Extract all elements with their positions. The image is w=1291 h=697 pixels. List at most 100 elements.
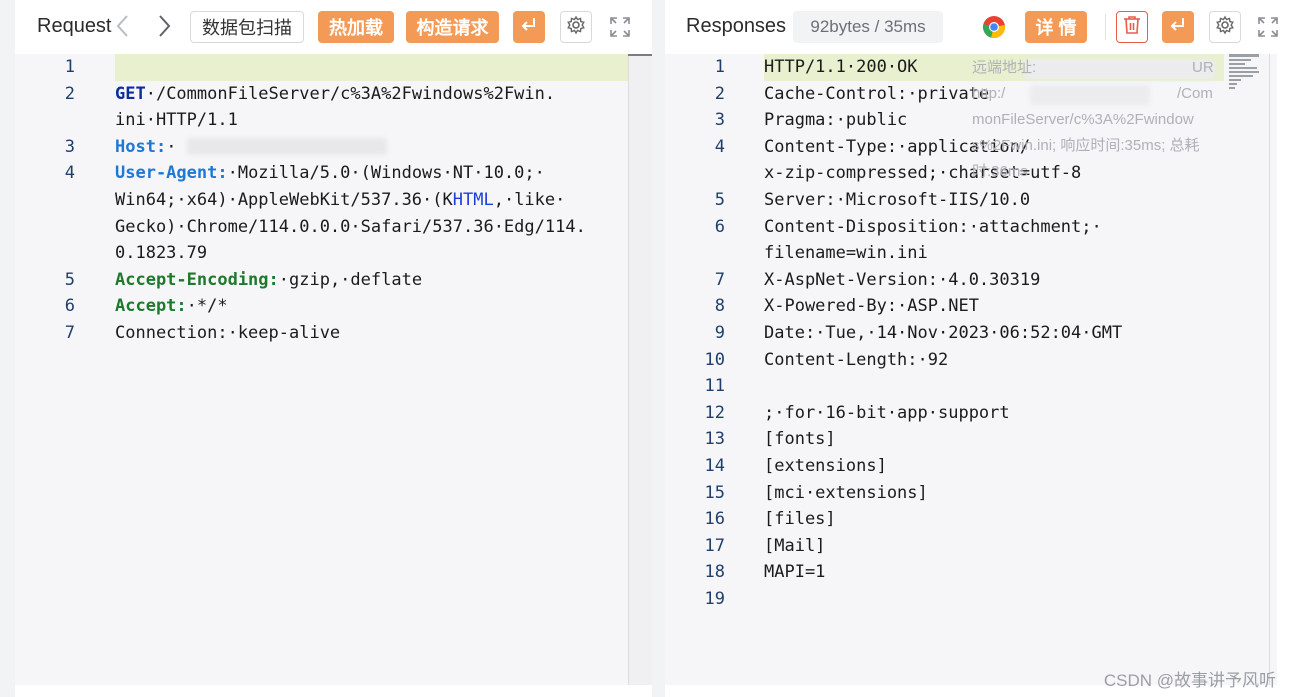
minimap[interactable] [1229,54,1269,94]
line-number: 10 [704,350,725,370]
line-number: 12 [704,403,725,423]
response-scrollbar[interactable] [1269,54,1277,685]
line-number: 2 [714,84,725,104]
code-line: Content-Length:·92 [764,350,949,370]
tooltip-line-5: 时:36ms [972,163,1028,180]
settings-button[interactable] [1209,11,1241,43]
forward-arrow-icon[interactable] [156,13,172,44]
syntax-token: GET [115,84,146,104]
tooltip-line-1-tail: UR [1192,59,1214,76]
line-number: 11 [704,376,725,396]
tooltip-line-4: s%2Fwin.ini; 响应时间:35ms; 总耗 [972,137,1200,154]
code-line: Pragma:·public [764,110,908,130]
chrome-icon[interactable] [982,15,1006,44]
tooltip-line-3: monFileServer/c%3A%2Fwindow [972,111,1194,128]
response-pane: Responses 92bytes / 35ms 详 情 1 HTTP/1.1·… [665,0,1291,697]
stats-badge: 92bytes / 35ms [793,11,943,43]
code-line: X-AspNet-Version:·4.0.30319 [764,270,1041,290]
line-number: 7 [714,270,725,290]
fullscreen-icon[interactable] [609,16,631,43]
line-number: 1 [64,57,75,77]
code-line: MAPI=1 [764,562,826,582]
wrap-icon [1168,15,1188,40]
trash-icon [1123,15,1141,40]
fullscreen-icon[interactable] [1257,16,1279,43]
line-number: 14 [704,456,725,476]
request-toolbar: Request 数据包扫描 热加载 构造请求 [15,0,652,54]
redacted-url [1030,85,1150,105]
line-number: 2 [64,84,75,104]
code-line: X-Powered-By:·ASP.NET [764,296,979,316]
csdn-watermark: CSDN @故事讲予风听 [1103,671,1276,690]
line-number: 17 [704,536,725,556]
line-number: 5 [714,190,725,210]
line-number: 4 [714,137,725,157]
code-text: ,·like· [493,190,566,210]
code-line: filename=win.ini [764,243,928,263]
request-title: Request [37,15,112,37]
code-line: Accept-Encoding:·gzip,·deflate [115,267,422,294]
line-number: 3 [64,137,75,157]
code-text: Gecko)·Chrome/114.0.0.0·Safari/537.36·Ed… [115,217,586,237]
code-line: [Mail] [764,536,826,556]
syntax-token: HTML [452,190,494,210]
wrap-icon [519,15,539,40]
code-line: Gecko)·Chrome/114.0.0.0·Safari/537.36·Ed… [115,214,586,241]
code-line: x-zip-compressed;·charset=utf-8 [764,163,1082,183]
request-scrollbar[interactable] [628,54,652,685]
line-number: 6 [714,217,725,237]
code-line: Cache-Control:·private [764,84,990,104]
code-line: HTTP/1.1·200·OK [764,57,918,77]
line-number: 3 [714,110,725,130]
build-request-button[interactable]: 构造请求 [406,11,499,43]
line-number: 18 [704,562,725,582]
syntax-token: Accept-Encoding: [115,270,279,290]
code-line: Host:· [115,134,176,161]
code-line: Accept:·*/* [115,293,228,320]
code-line: [mci·extensions] [764,483,928,503]
redacted-address [1025,59,1215,79]
line-number: 8 [714,296,725,316]
request-pane: Request 数据包扫描 热加载 构造请求 1 2 GET·/CommonFile… [15,0,652,697]
tooltip-line-2: http:/ [972,85,1006,102]
back-arrow-icon[interactable] [115,13,131,44]
code-line: ;·for·16-bit·app·support [764,403,1010,423]
line-number: 7 [64,323,75,343]
code-line: Win64;·x64)·AppleWebKit/537.36·(KHTML,·l… [115,187,565,214]
wrap-toggle-button[interactable] [1162,11,1194,43]
response-title: Responses [686,15,787,37]
wrap-toggle-button[interactable] [513,11,545,43]
line-number: 6 [64,296,75,316]
code-line: Content-Disposition:·attachment;· [764,217,1102,237]
code-line: 0.1823.79 [115,240,207,267]
settings-button[interactable] [560,11,592,43]
code-line: ini·HTTP/1.1 [115,107,238,134]
code-line: [files] [764,509,836,529]
gear-icon [1215,15,1235,40]
code-line: Date:·Tue,·14·Nov·2023·06:52:04·GMT [764,323,1123,343]
request-editor[interactable]: 1 2 GET·/CommonFileServer/c%3A%2Fwindows%2… [15,54,652,685]
code-line: Connection:·keep-alive [115,320,340,347]
code-text: ini·HTTP/1.1 [115,110,238,130]
delete-button[interactable] [1116,11,1148,43]
tooltip-line-2-tail: /Com [1177,85,1213,102]
response-editor[interactable]: 1 HTTP/1.1·200·OK 2 Cache-Control:·private 3… [665,54,1277,685]
code-text: ·gzip,·deflate [278,270,423,290]
hot-load-button[interactable]: 热加载 [318,11,394,43]
details-button[interactable]: 详 情 [1025,11,1087,43]
code-text: ·*/* [186,296,228,316]
response-toolbar: Responses 92bytes / 35ms 详 情 [665,0,1291,54]
redacted-host [187,138,387,155]
code-line: Server:·Microsoft-IIS/10.0 [764,190,1031,210]
code-line: [extensions] [764,456,887,476]
line-number: 13 [704,429,725,449]
code-text: 0.1823.79 [115,243,208,263]
line-number: 4 [64,163,75,183]
code-line: GET·/CommonFileServer/c%3A%2Fwindows%2Fw… [115,81,555,108]
code-line: User-Agent:·Mozilla/5.0·(Windows·NT·10.0… [115,160,545,187]
packet-scan-button[interactable]: 数据包扫描 [190,11,304,43]
syntax-token: Host: [115,137,167,157]
code-text: Connection:·keep-alive [115,323,341,343]
syntax-token: User-Agent: [115,163,228,183]
gear-icon [566,15,586,40]
